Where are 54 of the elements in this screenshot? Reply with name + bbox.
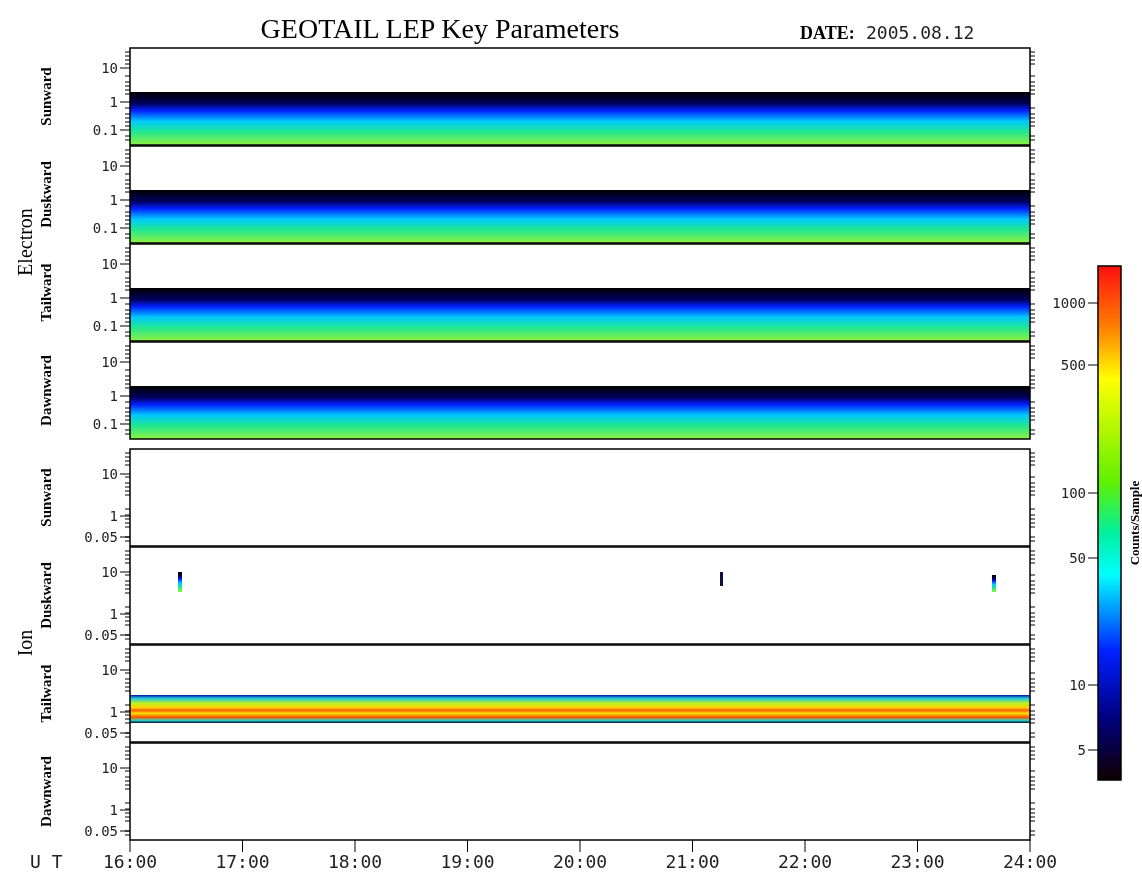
y-tick-label: 0.05 — [84, 529, 118, 545]
group-label: Ion — [14, 629, 36, 657]
y-tick-label: 1 — [109, 192, 118, 208]
direction-label: Sunward — [38, 468, 54, 527]
y-tick-label: 10 — [101, 564, 118, 580]
y-tick-label: 1 — [109, 388, 118, 404]
colorbar-tick-label: 100 — [1060, 485, 1086, 501]
colorbar-tick-label: 500 — [1060, 357, 1086, 373]
direction-label: Tailward — [38, 263, 54, 322]
y-tick-label: 10 — [101, 466, 118, 482]
x-tick-label: 16:00 — [102, 851, 158, 872]
x-tick-label: 21:00 — [665, 851, 720, 872]
colorbar-tick-label: 5 — [1077, 742, 1086, 758]
group-label: Electron — [14, 208, 36, 276]
y-tick-label: 1 — [109, 508, 118, 524]
direction-label: Dawnward — [38, 756, 54, 827]
y-tick-label: 10 — [101, 760, 118, 776]
x-tick-label: 17:00 — [215, 851, 270, 872]
y-tick-label: 1 — [109, 606, 118, 622]
x-tick-label: 20:00 — [552, 851, 608, 872]
y-tick-label: 0.05 — [84, 627, 118, 643]
x-tick-label: 22:00 — [777, 851, 833, 872]
y-tick-label: 10 — [101, 354, 118, 370]
direction-label: Dawnward — [38, 355, 54, 426]
y-tick-label: 1 — [109, 290, 118, 306]
y-tick-label: 0.05 — [84, 725, 118, 741]
x-tick-label: 23:00 — [890, 851, 945, 872]
date-value: 2005.08.12 — [866, 22, 975, 43]
direction-label: Sunward — [38, 67, 54, 126]
colorbar-tick-label: 1000 — [1052, 295, 1086, 311]
x-tick-label: 18:00 — [327, 851, 383, 872]
y-tick-label: 0.1 — [92, 122, 118, 138]
date-label: DATE: — [800, 23, 855, 43]
y-tick-label: 0.05 — [84, 823, 118, 839]
y-tick-label: 1 — [109, 94, 118, 110]
plot-title: GEOTAIL LEP Key Parameters — [260, 13, 620, 44]
x-tick-label: 19:00 — [440, 851, 495, 872]
y-tick-label: 10 — [101, 256, 118, 272]
y-tick-label: 10 — [101, 60, 118, 76]
y-tick-label: 1 — [109, 704, 118, 720]
y-tick-label: 10 — [101, 662, 118, 678]
y-tick-label: 0.1 — [92, 416, 118, 432]
x-axis-label: U T — [30, 851, 63, 872]
y-tick-label: 10 — [101, 158, 118, 174]
y-tick-label: 0.1 — [92, 220, 118, 236]
colorbar-label: Counts/Sample — [1127, 480, 1142, 566]
x-tick-label: 24:00 — [1002, 851, 1058, 872]
direction-label: Duskward — [38, 562, 54, 629]
colorbar-tick-label: 50 — [1069, 550, 1086, 566]
direction-label: Tailward — [38, 664, 54, 723]
y-tick-label: 1 — [109, 802, 118, 818]
colorbar-tick-label: 10 — [1069, 677, 1086, 693]
direction-label: Duskward — [38, 161, 54, 228]
y-tick-label: 0.1 — [92, 318, 118, 334]
